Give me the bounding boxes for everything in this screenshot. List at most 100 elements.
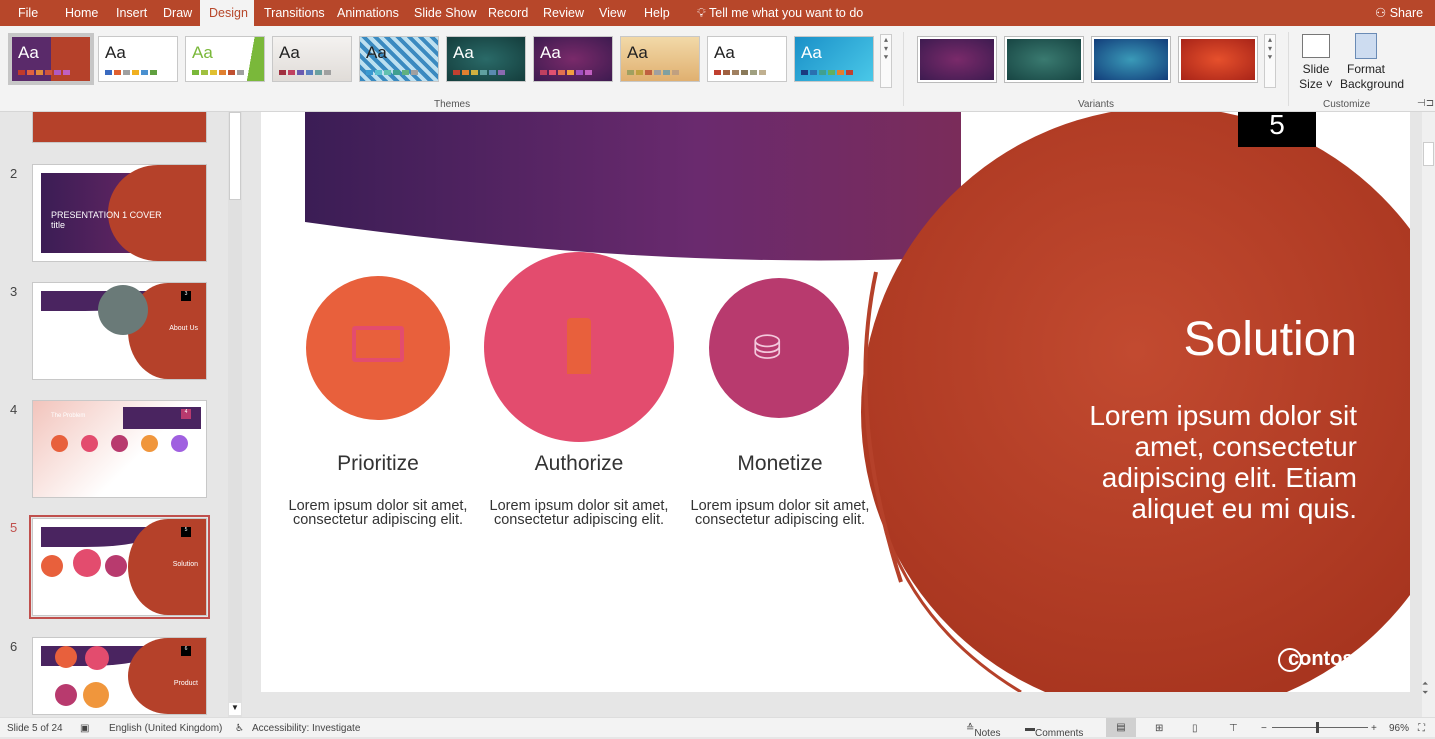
- divider: [903, 32, 904, 106]
- accessibility-icon[interactable]: ♿︎: [235, 723, 244, 734]
- swatch: [846, 70, 853, 75]
- purple-banner: [305, 112, 961, 261]
- authorize-circle: [484, 252, 674, 442]
- theme-option[interactable]: Aa: [185, 36, 265, 82]
- variant-teal[interactable]: [1004, 36, 1084, 83]
- swatch: [741, 70, 748, 75]
- swatch: [402, 70, 409, 75]
- scrollbar-thumb[interactable]: [1423, 142, 1434, 166]
- notes-button[interactable]: ≙ Notes: [966, 723, 1001, 739]
- swatch: [279, 70, 286, 75]
- zoom-in-button[interactable]: +: [1371, 723, 1377, 734]
- prev-next-slide-buttons[interactable]: ⏶ ⏷: [1422, 679, 1428, 697]
- variant-red[interactable]: [1178, 36, 1258, 83]
- format-background-button[interactable]: Format Background: [1340, 32, 1404, 92]
- pin-ribbon-icon[interactable]: ⊣⊐: [1417, 98, 1434, 109]
- swatch: [672, 70, 679, 75]
- swatch: [105, 70, 112, 75]
- thumbnail-scrollbar[interactable]: ▼: [228, 112, 242, 717]
- thumbnail-title: About Us: [169, 325, 198, 332]
- swatch: [549, 70, 556, 75]
- tab-animations[interactable]: Animations: [328, 0, 408, 26]
- slide-canvas[interactable]: 5 Solution Lorem ipsum dolor sit amet, c…: [261, 112, 1410, 692]
- scroll-down-button[interactable]: ▼: [229, 703, 241, 715]
- swatch: [828, 70, 835, 75]
- theme-option[interactable]: Aa: [707, 36, 787, 82]
- scrollbar-thumb[interactable]: [229, 112, 241, 200]
- tab-help[interactable]: Help: [635, 0, 679, 26]
- spelling-icon[interactable]: ▣: [80, 723, 89, 734]
- tab-design[interactable]: Design: [200, 0, 254, 26]
- tab-record[interactable]: Record: [479, 0, 537, 26]
- swatch: [123, 70, 130, 75]
- slide-thumbnail-5[interactable]: Solution 5: [29, 515, 210, 619]
- swatch: [801, 70, 808, 75]
- monetize-circle: ⛁: [709, 278, 849, 418]
- normal-view-button[interactable]: ▤: [1106, 718, 1136, 737]
- tab-home[interactable]: Home: [56, 0, 107, 26]
- slide-number: 5: [10, 520, 18, 535]
- theme-option[interactable]: Aa: [620, 36, 700, 82]
- slide-thumbnail-4[interactable]: The Problem 4: [32, 400, 207, 498]
- share-button[interactable]: ⚇ Share: [1366, 0, 1432, 26]
- thumbnail-slide-badge: 3: [181, 291, 191, 301]
- tab-insert[interactable]: Insert: [107, 0, 156, 26]
- slide-scrollbar[interactable]: ⏶ ⏷: [1422, 112, 1435, 717]
- fit-to-window-icon[interactable]: ⛶: [1418, 723, 1425, 734]
- theme-option[interactable]: Aa: [8, 33, 94, 85]
- swatch: [759, 70, 766, 75]
- variants-more-button[interactable]: ▴ ▾ ⯆: [1264, 34, 1276, 88]
- theme-preview-text: Aa: [801, 43, 822, 62]
- tab-draw[interactable]: Draw: [154, 0, 201, 26]
- slide-number-box: 5: [1238, 112, 1316, 147]
- tell-me-search[interactable]: 💡︎ Tell me what you want to do: [688, 0, 872, 26]
- theme-option[interactable]: Aa: [359, 36, 439, 82]
- zoom-slider[interactable]: [1272, 727, 1368, 728]
- swatch: [237, 70, 244, 75]
- slide-sorter-button[interactable]: ⊞: [1155, 723, 1163, 734]
- theme-preview-text: Aa: [714, 43, 735, 62]
- swatch: [750, 70, 757, 75]
- language-indicator[interactable]: English (United Kingdom): [109, 723, 222, 734]
- zoom-slider-thumb[interactable]: [1316, 722, 1319, 733]
- thumb-red-shape: [128, 638, 206, 714]
- zoom-out-button[interactable]: −: [1261, 723, 1267, 734]
- tab-transitions[interactable]: Transitions: [255, 0, 334, 26]
- tab-view[interactable]: View: [590, 0, 635, 26]
- slide-thumbnail-3[interactable]: About Us 3: [32, 282, 207, 380]
- variant-blue[interactable]: [1091, 36, 1171, 83]
- theme-option[interactable]: Aa: [446, 36, 526, 82]
- slide-size-button[interactable]: Slide Size ˅: [1296, 32, 1336, 92]
- theme-option[interactable]: Aa: [272, 36, 352, 82]
- format-background-icon: [1355, 33, 1377, 59]
- ribbon-tab-bar: File Home Insert Draw Design Transitions…: [0, 0, 1435, 26]
- swatch: [489, 70, 496, 75]
- theme-option[interactable]: Aa: [533, 36, 613, 82]
- zoom-level[interactable]: 96%: [1389, 723, 1409, 734]
- presentation-icon: [352, 326, 404, 362]
- tab-slide-show[interactable]: Slide Show: [405, 0, 486, 26]
- slide-show-button[interactable]: ⊤: [1229, 723, 1238, 734]
- tab-file[interactable]: File: [9, 0, 47, 26]
- item-label-monetize: Monetize: [737, 452, 823, 475]
- reading-view-button[interactable]: ▯: [1192, 723, 1198, 734]
- swatch: [714, 70, 721, 75]
- variant-purple[interactable]: [917, 36, 997, 83]
- accessibility-status[interactable]: Accessibility: Investigate: [252, 723, 360, 734]
- themes-more-button[interactable]: ▴ ▾ ⯆: [880, 34, 892, 88]
- theme-option[interactable]: Aa: [98, 36, 178, 82]
- swatch: [210, 70, 217, 75]
- slide-number: 6: [10, 639, 18, 654]
- slide-title[interactable]: Solution: [1101, 312, 1357, 367]
- slide-thumbnail-6[interactable]: Product 6: [32, 637, 207, 715]
- theme-option[interactable]: Aa: [794, 36, 874, 82]
- comments-button[interactable]: ▬ Comments: [1025, 723, 1083, 739]
- swatch: [228, 70, 235, 75]
- slide-thumbnail-1[interactable]: COVER TITLELOREM IPSUM DOLOR SIT AMET, C…: [32, 112, 207, 143]
- variants-group-label: Variants: [1078, 99, 1114, 110]
- swatch: [498, 70, 505, 75]
- notes-label: Notes: [974, 728, 1001, 739]
- slide-body-text[interactable]: Lorem ipsum dolor sit amet, consectetur …: [1051, 400, 1357, 524]
- slide-thumbnail-2[interactable]: PRESENTATION 1 COVER title: [32, 164, 207, 262]
- tab-review[interactable]: Review: [534, 0, 593, 26]
